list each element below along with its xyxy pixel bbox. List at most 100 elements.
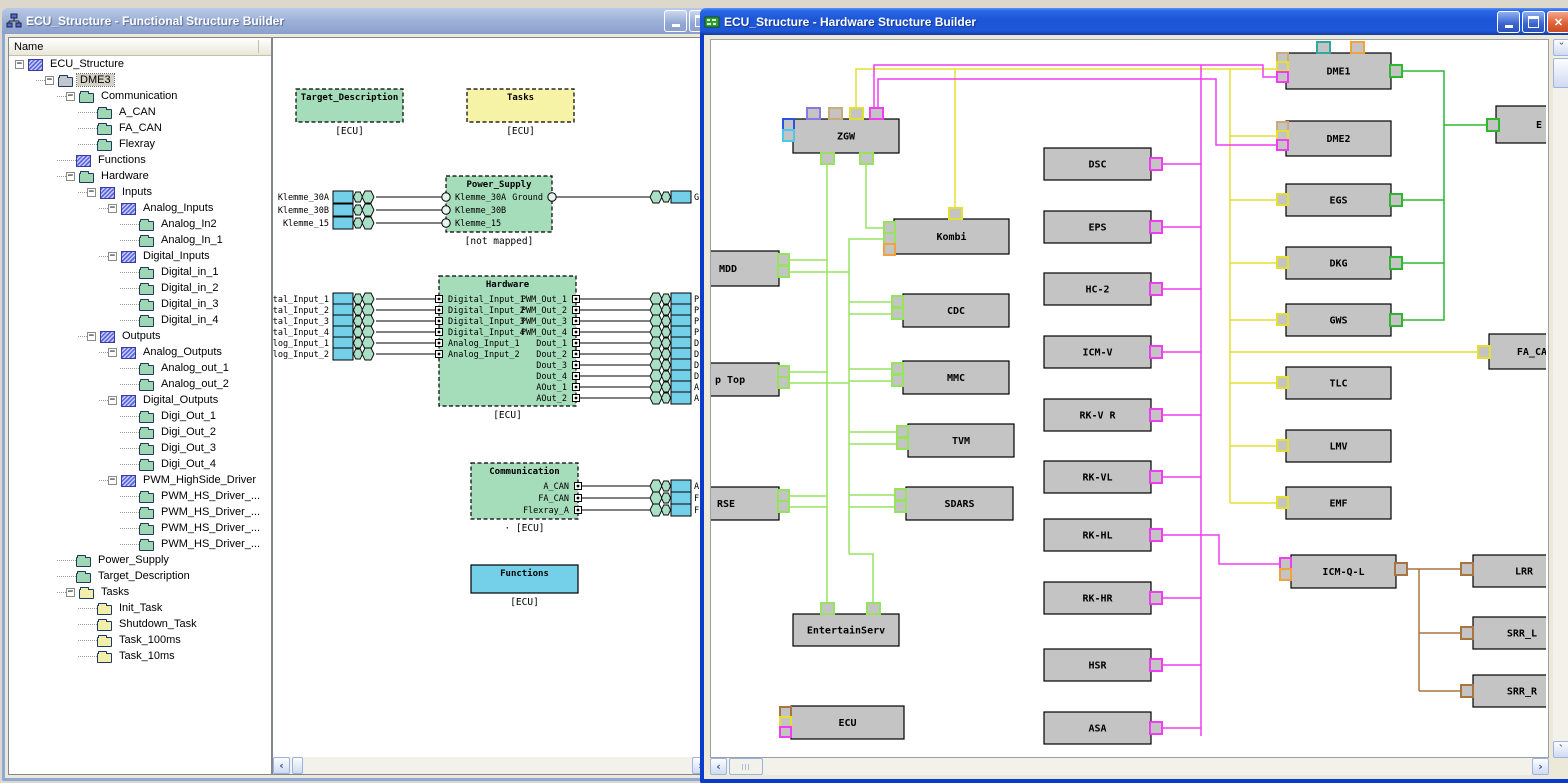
hw-block-rse[interactable]: RSE (711, 487, 789, 520)
green-port[interactable] (778, 501, 789, 512)
maximize-button[interactable] (1522, 11, 1545, 33)
yellow-port[interactable] (850, 108, 863, 119)
green-port[interactable] (778, 366, 789, 377)
tree-item-digi_out_2[interactable]: Digi_Out_2 (9, 424, 271, 440)
green-port[interactable] (892, 375, 903, 386)
tree-item-power_supply[interactable]: Power_Supply (9, 552, 271, 568)
green-port[interactable] (892, 308, 903, 319)
cyan-port[interactable] (783, 130, 794, 141)
func-block-tasks[interactable]: Tasks[ECU] (467, 89, 574, 137)
hw-block-tlc[interactable]: TLC (1277, 367, 1391, 399)
green-port[interactable] (895, 501, 906, 512)
hw-block-zgw[interactable]: ZGW (783, 108, 899, 164)
right-window-titlebar[interactable]: ECU_Structure - Hardware Structure Build… (700, 8, 1568, 35)
scroll-left-arrow-icon[interactable]: ‹ (710, 758, 727, 775)
green-port[interactable] (884, 222, 895, 233)
tree-item-digital_in_4[interactable]: Digital_in_4 (9, 312, 271, 328)
hw-block-dme2[interactable]: DME2 (1277, 121, 1391, 156)
yellow-port[interactable] (1277, 194, 1288, 205)
io-pin-klemme_15[interactable]: Klemme_15 (283, 217, 374, 229)
hw-block-rk-hr[interactable]: RK-HR (1044, 582, 1162, 614)
io-pin-p[interactable]: P (650, 326, 699, 338)
hw-block-mdd[interactable]: MDD (711, 251, 789, 286)
io-pin-p[interactable]: P (650, 304, 699, 316)
left-window-titlebar[interactable]: ECU_Structure - Functional Structure Bui… (2, 8, 716, 34)
hw-block-fa_ca[interactable]: FA_CA (1478, 334, 1546, 369)
brown-port[interactable] (1395, 563, 1407, 575)
io-pin-gr[interactable]: Gr (650, 191, 704, 203)
tree-item-flexray[interactable]: Flexray (9, 136, 271, 152)
tree-item-ecu_structure[interactable]: −ECU_Structure (9, 56, 271, 72)
dgreen-port[interactable] (1487, 119, 1499, 131)
tree-expander-icon[interactable]: − (66, 172, 75, 181)
hw-block-tvm[interactable]: TVM (897, 424, 1014, 457)
magenta-port[interactable] (1150, 592, 1162, 604)
tree-expander-icon[interactable]: − (45, 76, 54, 85)
io-pin-a[interactable]: A (650, 480, 699, 492)
purple-port[interactable] (807, 108, 820, 119)
tree-item-functions[interactable]: Functions (9, 152, 271, 168)
hw-block-lrr[interactable]: LRR (1461, 555, 1546, 587)
green-port[interactable] (778, 254, 789, 265)
yellow-port[interactable] (1277, 62, 1288, 71)
hw-block-e[interactable]: E (1487, 106, 1546, 143)
tree-item-task_10ms[interactable]: Task_10ms (9, 648, 271, 664)
tree-expander-icon[interactable]: − (108, 348, 117, 357)
brown-port[interactable] (1461, 685, 1473, 697)
tree-expander-icon[interactable]: − (87, 332, 96, 341)
hw-block-eps[interactable]: EPS (1044, 211, 1162, 243)
tree-item-analog_in2[interactable]: Analog_In2 (9, 216, 271, 232)
tree-item-pwm_highside_driver[interactable]: −PWM_HighSide_Driver (9, 472, 271, 488)
hw-block-hc-2[interactable]: HC-2 (1044, 273, 1162, 305)
scroll-up-arrow-icon[interactable]: ˇ (1553, 39, 1568, 56)
green-port[interactable] (778, 266, 789, 277)
magenta-port[interactable] (1150, 283, 1162, 295)
magenta-bus-wire[interactable] (874, 65, 1278, 108)
tree-item-digital_in_3[interactable]: Digital_in_3 (9, 296, 271, 312)
hw-block-emf[interactable]: EMF (1277, 487, 1391, 519)
tree-expander-icon[interactable]: − (108, 204, 117, 213)
minimize-button[interactable] (664, 10, 687, 32)
green-bus-wire[interactable] (849, 554, 873, 603)
tan-port[interactable] (1277, 122, 1288, 131)
yellow-port[interactable] (1277, 314, 1288, 325)
func-block-power_supply[interactable]: Power_SupplyKlemme_30AKlemme_30BKlemme_1… (442, 176, 556, 247)
green-port[interactable] (895, 489, 906, 500)
io-pin-log_input_1[interactable]: log_Input_1 (273, 337, 374, 349)
dgreen-port[interactable] (1390, 314, 1402, 326)
hw-block-mmc[interactable]: MMC (892, 361, 1009, 394)
brown-port[interactable] (1461, 563, 1473, 575)
yellow-port[interactable] (1478, 346, 1490, 358)
left-horizontal-scrollbar[interactable]: ‹ › (273, 757, 709, 774)
io-pin-f[interactable]: F (650, 504, 699, 516)
green-port[interactable] (860, 153, 873, 164)
tree-item-a_can[interactable]: A_CAN (9, 104, 271, 120)
green-port[interactable] (892, 363, 903, 374)
magenta-port[interactable] (1150, 158, 1162, 170)
hw-block-p-top[interactable]: p Top (711, 363, 789, 396)
teal-port[interactable] (1317, 42, 1330, 53)
minimize-button[interactable] (1497, 11, 1520, 33)
io-pin-d[interactable]: D (650, 370, 699, 382)
tree-expander-icon[interactable]: − (15, 60, 24, 69)
tree-item-digital_outputs[interactable]: −Digital_Outputs (9, 392, 271, 408)
right-vertical-scrollbar[interactable]: ˇ﻿ ˋ (1553, 39, 1568, 758)
orange-port[interactable] (884, 244, 895, 255)
green-port[interactable] (778, 490, 789, 501)
tree-expander-icon[interactable]: − (108, 252, 117, 261)
dgreen-port[interactable] (1390, 257, 1402, 269)
tree-item-fa_can[interactable]: FA_CAN (9, 120, 271, 136)
hw-block-icm-q-l[interactable]: ICM-Q-L (1280, 555, 1407, 588)
io-pin-tal_input_3[interactable]: tal_Input_3 (273, 315, 374, 327)
dgreen-port[interactable] (1390, 65, 1402, 77)
tree-item-digi_out_1[interactable]: Digi_Out_1 (9, 408, 271, 424)
hardware-diagram-canvas[interactable]: ZGWKombiMDDp TopRSECDCMMCTVMSDARSEnterta… (711, 40, 1548, 757)
tree-item-analog_inputs[interactable]: −Analog_Inputs (9, 200, 271, 216)
tree-item-digital_inputs[interactable]: −Digital_Inputs (9, 248, 271, 264)
scroll-down-arrow-icon[interactable]: ˋ (1553, 741, 1568, 758)
magenta-port[interactable] (870, 108, 883, 119)
io-pin-d[interactable]: D (650, 359, 699, 371)
tree-item-digital_in_2[interactable]: Digital_in_2 (9, 280, 271, 296)
hw-block-gws[interactable]: GWS (1277, 304, 1402, 336)
io-pin-p[interactable]: P (650, 293, 699, 305)
